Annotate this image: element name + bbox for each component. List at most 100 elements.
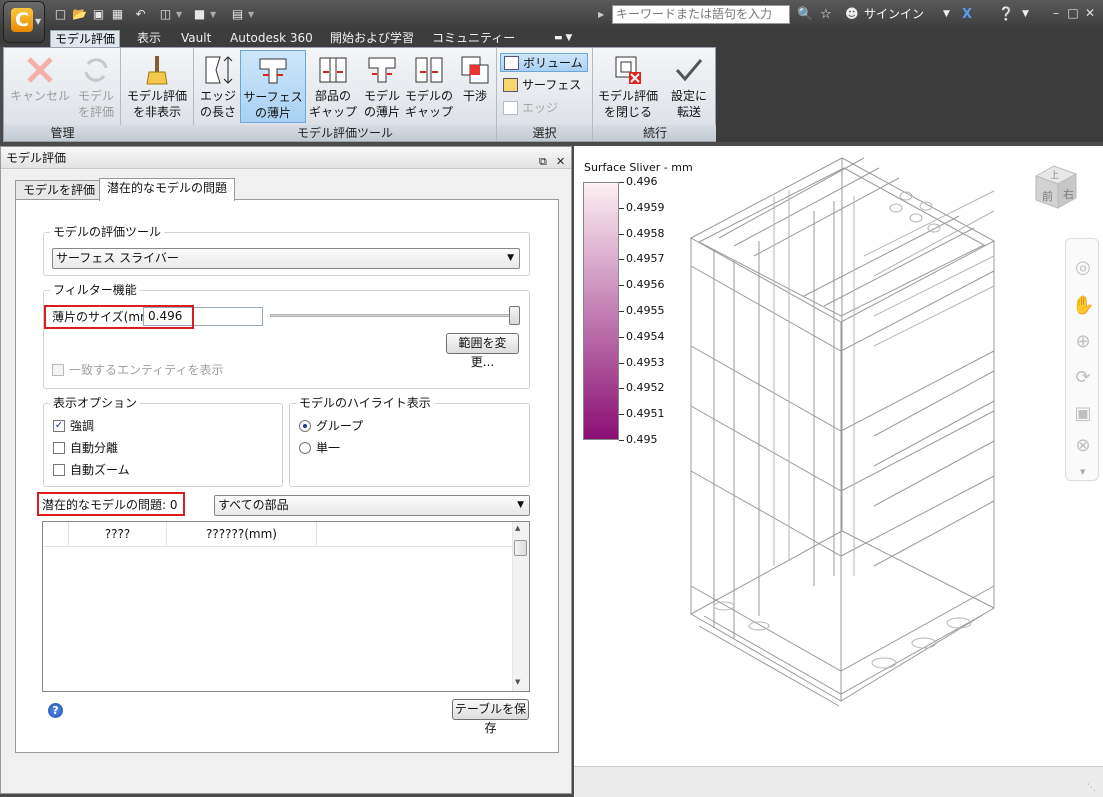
maximize-icon[interactable]: □ xyxy=(1066,6,1080,20)
tab-potential-issues[interactable]: 潜在的なモデルの問題 xyxy=(99,178,236,201)
tab-vault[interactable]: Vault xyxy=(177,30,215,47)
interference-icon xyxy=(461,56,489,84)
highlight-checkbox[interactable]: ✓ 強調 xyxy=(53,418,173,434)
close-eval-label-1: モデル評価 xyxy=(597,89,658,103)
user-icon[interactable]: ☻ xyxy=(845,6,859,23)
table-header-cell[interactable] xyxy=(43,522,69,547)
table-scrollbar[interactable]: ▲ ▼ xyxy=(512,522,529,691)
help-icon[interactable]: ? xyxy=(48,703,63,718)
scroll-thumb[interactable] xyxy=(514,540,527,556)
tab-evaluate-model[interactable]: モデルを評価 xyxy=(15,180,104,200)
show-matching-entities-checkbox[interactable]: 一致するエンティティを表示 xyxy=(52,362,252,378)
interference-button[interactable]: 干渉 xyxy=(456,50,494,123)
legend-tick-mark xyxy=(619,233,624,235)
full-navigation-wheel-icon[interactable]: ⊗ xyxy=(1072,435,1094,457)
cancel-x-icon xyxy=(27,57,53,83)
save-table-button[interactable]: テーブルを保存 xyxy=(452,699,529,735)
forward-to-settings-button[interactable]: 設定に 転送 xyxy=(665,50,713,123)
hide-model-eval-button[interactable]: モデル評価 を非表示 xyxy=(123,50,191,123)
close-model-eval-button[interactable]: モデル評価 を閉じる xyxy=(595,50,661,123)
table-header-name[interactable]: ???? xyxy=(69,522,167,547)
zoom-icon[interactable]: ⊕ xyxy=(1072,331,1094,353)
legend-tick-mark xyxy=(619,207,624,209)
material-icon[interactable]: ■ xyxy=(192,7,207,21)
scroll-up-icon[interactable]: ▲ xyxy=(515,524,520,532)
project-icon[interactable]: ◫ xyxy=(158,7,173,21)
evaluation-tool-dropdown[interactable]: サーフェス スライバー ▼ xyxy=(52,248,520,269)
checkmark-icon xyxy=(675,59,703,82)
single-radio[interactable]: 単一 xyxy=(299,440,419,456)
panel-close-icon[interactable]: ✕ xyxy=(556,151,565,173)
cancel-button[interactable]: キャンセル xyxy=(6,50,74,123)
dropdown-arrow-icon[interactable]: ▼ xyxy=(943,6,950,23)
exchange-apps-icon[interactable]: X xyxy=(962,6,972,23)
model-sliver-button[interactable]: モデル の薄片 xyxy=(360,50,404,123)
tab-getting-started[interactable]: 開始および学習 xyxy=(326,30,418,47)
navbar-options-icon[interactable]: ▼ xyxy=(1080,468,1085,476)
dropdown-arrow-icon[interactable]: ▼ xyxy=(248,10,254,19)
favorites-star-icon[interactable]: ☆ xyxy=(820,6,832,23)
application-menu-button[interactable]: C ▼ xyxy=(3,1,45,43)
edge-length-button[interactable]: エッジ の長さ xyxy=(196,50,240,123)
restore-panel-icon[interactable]: ⧉ xyxy=(539,151,547,173)
tab-community[interactable]: コミュニティー xyxy=(428,30,519,47)
signin-button[interactable]: サインイン xyxy=(864,6,924,23)
model-gap-button[interactable]: モデルの ギャップ xyxy=(404,50,454,123)
table-header-cell[interactable] xyxy=(317,522,512,547)
radio-icon xyxy=(299,442,311,454)
dropdown-arrow-icon[interactable]: ▼ xyxy=(1022,6,1029,23)
expand-arrow-icon[interactable]: ▶ xyxy=(598,10,604,19)
scope-dropdown[interactable]: すべての部品 ▼ xyxy=(214,495,530,516)
save-icon[interactable]: ▣ xyxy=(91,7,106,21)
viewcube[interactable]: 上 前 右 xyxy=(1030,160,1082,212)
tab-autodesk-360[interactable]: Autodesk 360 xyxy=(226,30,317,47)
steering-wheel-icon[interactable]: ◎ xyxy=(1072,257,1094,279)
change-range-button[interactable]: 範囲を変更... xyxy=(446,333,519,369)
select-surface-button[interactable]: サーフェス xyxy=(500,76,588,95)
evaluate-model-label-2: を評価 xyxy=(77,105,114,119)
orbit-icon[interactable]: ⟳ xyxy=(1072,367,1094,389)
select-volume-button[interactable]: ボリューム xyxy=(500,53,588,72)
surface-sliver-button[interactable]: サーフェス の薄片 xyxy=(240,50,306,123)
resize-grip-icon[interactable]: ⋱ xyxy=(1087,783,1099,795)
auto-zoom-checkbox[interactable]: 自動ズーム xyxy=(53,462,173,478)
parameters-icon[interactable]: ▤ xyxy=(230,7,245,21)
save-as-icon[interactable]: ▦ xyxy=(110,7,125,21)
legend-tick-label: 0.4956 xyxy=(626,278,665,292)
evaluate-model-button[interactable]: モデル を評価 xyxy=(72,50,120,123)
minimize-icon[interactable]: – xyxy=(1049,6,1063,20)
new-icon[interactable]: □ xyxy=(53,7,68,21)
viewcube-right-face[interactable]: 右 xyxy=(1063,186,1074,202)
interference-label: 干渉 xyxy=(462,89,487,103)
model-gap-icon xyxy=(415,57,443,83)
status-bar: ⋱ xyxy=(574,766,1103,797)
viewcube-front-face[interactable]: 前 xyxy=(1042,188,1053,204)
dropdown-arrow-icon[interactable]: ▼ xyxy=(176,10,182,19)
part-gap-button[interactable]: 部品の ギャップ xyxy=(308,50,358,123)
binoculars-icon[interactable]: 🔍 xyxy=(797,6,813,23)
scroll-down-icon[interactable]: ▼ xyxy=(515,678,520,686)
sliver-size-slider-thumb[interactable] xyxy=(509,306,520,325)
issues-table[interactable]: ???? ??????(mm) ▲ ▼ xyxy=(42,521,530,692)
tab-view[interactable]: 表示 xyxy=(133,30,165,47)
ribbon-options-icon[interactable]: ▬ ▼ xyxy=(550,30,576,47)
ribbon-panel: キャンセル モデル を評価 管理 モデル評価 を非表示 エッジ の長さ サーフェ… xyxy=(3,47,717,142)
auto-isolate-checkbox[interactable]: 自動分離 xyxy=(53,440,173,456)
help-icon[interactable]: ❔ xyxy=(998,6,1014,23)
select-edge-button[interactable]: エッジ xyxy=(500,99,588,118)
open-icon[interactable]: 📂 xyxy=(72,7,87,21)
group-radio[interactable]: グループ xyxy=(299,418,419,434)
tab-model-evaluation[interactable]: モデル評価 xyxy=(50,30,121,47)
viewcube-top-face[interactable]: 上 xyxy=(1050,168,1059,181)
graphics-viewport[interactable]: Surface Sliver - mm 0.496 0.4959 0.4958 0.4… xyxy=(574,146,1103,766)
dropdown-arrow-icon[interactable]: ▼ xyxy=(210,10,216,19)
look-at-icon[interactable]: ▣ xyxy=(1072,403,1094,425)
display-options-title: 表示オプション xyxy=(50,396,141,410)
legend-tick-mark xyxy=(619,182,624,183)
close-icon[interactable]: ✕ xyxy=(1083,6,1097,20)
pan-hand-icon[interactable]: ✋ xyxy=(1072,295,1094,317)
search-input[interactable]: キーワードまたは語句を入力 xyxy=(612,5,790,24)
undo-icon[interactable]: ↶ xyxy=(133,7,148,21)
sliver-size-slider-track[interactable] xyxy=(270,314,520,317)
table-header-size[interactable]: ??????(mm) xyxy=(167,522,317,547)
